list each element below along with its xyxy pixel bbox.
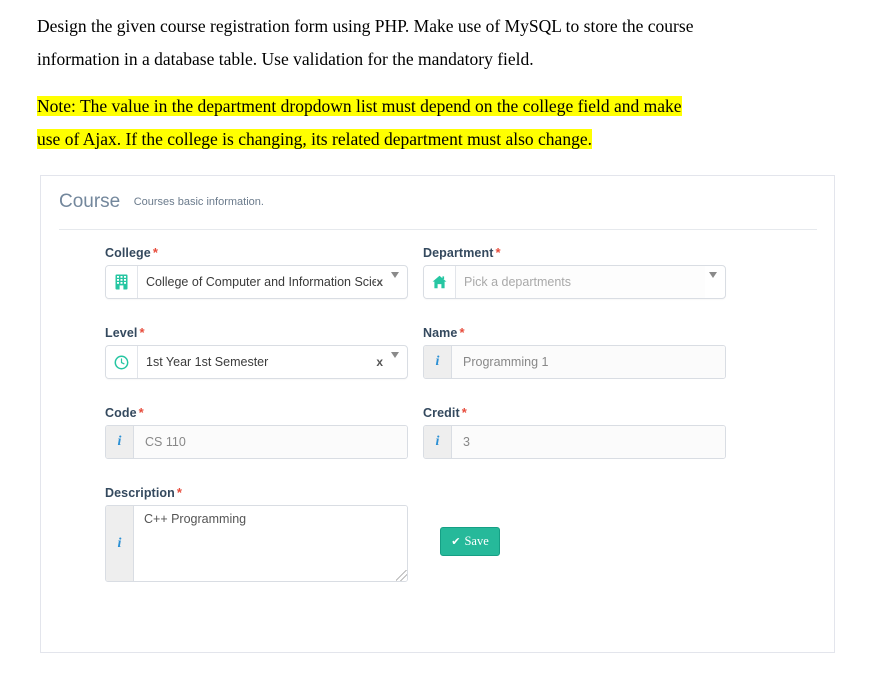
- form-row-2: Level * 1st Year 1st Semester x Name * i…: [41, 326, 836, 406]
- task-prompt: Design the given course registration for…: [37, 10, 827, 76]
- description-input-group[interactable]: i C++ Programming: [105, 505, 408, 582]
- department-placeholder: Pick a departments: [456, 266, 705, 298]
- info-icon: i: [106, 426, 134, 458]
- building-icon: [106, 266, 138, 298]
- chevron-down-icon[interactable]: [387, 346, 407, 378]
- required-marker: *: [139, 325, 145, 340]
- credit-input-group[interactable]: i 3: [423, 425, 726, 459]
- save-button[interactable]: ✔ Save: [440, 527, 500, 556]
- credit-input[interactable]: 3: [452, 426, 725, 458]
- home-icon: [424, 266, 456, 298]
- required-marker: *: [152, 245, 159, 260]
- field-department: Department * Pick a departments: [423, 246, 726, 299]
- required-marker: *: [495, 245, 501, 260]
- level-clear-button[interactable]: x: [376, 346, 387, 378]
- save-button-label: Save: [464, 534, 489, 548]
- college-select[interactable]: College of Computer and Information Scie…: [105, 265, 408, 299]
- field-code: Code * i CS 110: [105, 406, 408, 459]
- label-department: Department *: [423, 245, 501, 260]
- course-form: College * College of Computer and Inform…: [41, 246, 836, 596]
- form-row-3: Code * i CS 110 Credit * i 3: [41, 406, 836, 486]
- field-college: College * College of Computer and Inform…: [105, 246, 408, 299]
- college-value: College of Computer and Information Scie…: [138, 266, 377, 298]
- level-value: 1st Year 1st Semester: [138, 346, 377, 378]
- field-name: Name * i Programming 1: [423, 326, 726, 379]
- page-title: Course: [59, 191, 121, 212]
- label-description: Description *: [105, 485, 183, 500]
- required-marker: *: [461, 405, 467, 420]
- course-form-card: Course Courses basic information. Colleg…: [40, 175, 835, 653]
- label-college: College *: [105, 245, 159, 260]
- task-prompt-line-2: information in a database table. Use val…: [37, 49, 534, 69]
- label-code: Code *: [105, 405, 144, 420]
- name-input[interactable]: Programming 1: [452, 346, 725, 378]
- chevron-down-icon[interactable]: [387, 266, 407, 298]
- task-note-line-2: use of Ajax. If the college is changing,…: [37, 129, 592, 149]
- name-input-group[interactable]: i Programming 1: [423, 345, 726, 379]
- task-prompt-line-1: Design the given course registration for…: [37, 16, 694, 36]
- info-icon: i: [424, 426, 452, 458]
- department-select[interactable]: Pick a departments: [423, 265, 726, 299]
- required-marker: *: [459, 325, 465, 340]
- field-credit: Credit * i 3: [423, 406, 726, 459]
- code-input-group[interactable]: i CS 110: [105, 425, 408, 459]
- chevron-down-icon[interactable]: [705, 266, 725, 298]
- resize-handle[interactable]: [396, 570, 407, 581]
- card-header: Course Courses basic information.: [59, 191, 817, 230]
- field-description: Description * i C++ Programming: [105, 486, 408, 582]
- level-select[interactable]: 1st Year 1st Semester x: [105, 345, 408, 379]
- label-name: Name *: [423, 325, 465, 340]
- label-credit: Credit *: [423, 405, 467, 420]
- info-icon: i: [106, 506, 134, 581]
- info-icon: i: [424, 346, 452, 378]
- field-level: Level * 1st Year 1st Semester x: [105, 326, 408, 379]
- college-clear-button[interactable]: x: [376, 266, 387, 298]
- check-icon: ✔: [451, 535, 461, 548]
- required-marker: *: [138, 405, 144, 420]
- code-input[interactable]: CS 110: [134, 426, 407, 458]
- form-row-1: College * College of Computer and Inform…: [41, 246, 836, 326]
- task-note: Note: The value in the department dropdo…: [37, 90, 837, 156]
- label-level: Level *: [105, 325, 145, 340]
- form-row-4: Description * i C++ Programming ✔ Save: [41, 486, 836, 596]
- required-marker: *: [176, 485, 183, 500]
- page-subtitle: Courses basic information.: [133, 196, 264, 208]
- description-textarea[interactable]: C++ Programming: [134, 506, 407, 581]
- task-note-line-1: Note: The value in the department dropdo…: [37, 96, 682, 116]
- clock-icon: [106, 346, 138, 378]
